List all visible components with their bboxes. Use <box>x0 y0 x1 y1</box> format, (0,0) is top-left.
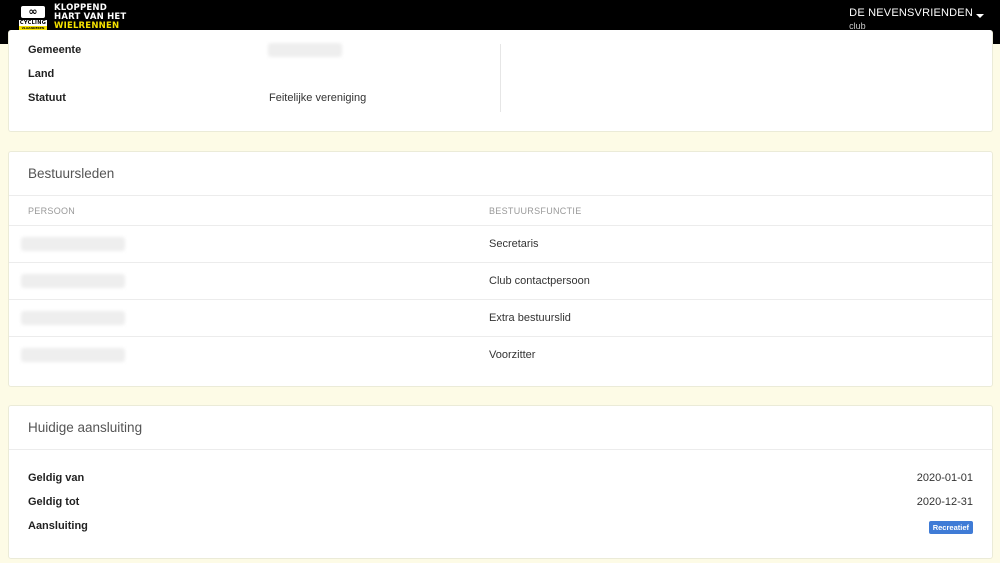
redacted-person-name <box>21 348 125 362</box>
column-divider <box>500 44 501 112</box>
affiliation-type-badge: Recreatief <box>928 521 973 534</box>
club-info-card: Gemeente Land Statuut Feitelijke verenig… <box>8 30 993 132</box>
board-members-card: Bestuursleden PERSOON BESTUURSFUNCTIE Se… <box>8 151 993 387</box>
board-title: Bestuursleden <box>28 166 115 181</box>
board-function: Club contactpersoon <box>489 275 590 287</box>
affiliation-title: Huidige aansluiting <box>28 420 143 435</box>
table-row: Voorzitter <box>9 336 992 373</box>
board-function: Extra bestuurslid <box>489 312 571 324</box>
cycling-vlaanderen-logo-icon: ∞ CYCLING VLAANDEREN <box>19 4 47 30</box>
aansluiting-label: Aansluiting <box>28 520 88 532</box>
geldig-van-label: Geldig van <box>28 472 85 484</box>
gemeente-value <box>268 43 342 60</box>
table-row: Club contactpersoon <box>9 262 992 299</box>
geldig-van-value: 2020-01-01 <box>916 472 973 484</box>
column-header-bestuursfunctie: BESTUURSFUNCTIE <box>489 206 582 216</box>
land-label: Land <box>28 68 55 80</box>
redacted-person-name <box>21 311 125 325</box>
divider <box>9 449 992 450</box>
geldig-tot-value: 2020-12-31 <box>916 496 973 508</box>
gemeente-label: Gemeente <box>28 44 82 56</box>
brand-logo[interactable]: ∞ CYCLING VLAANDEREN KLOPPEND HART VAN H… <box>18 4 126 31</box>
table-row: Extra bestuurslid <box>9 299 992 336</box>
statuut-label: Statuut <box>28 92 66 104</box>
statuut-value: Feitelijke vereniging <box>269 92 367 104</box>
column-header-persoon: PERSOON <box>28 206 76 216</box>
board-function: Voorzitter <box>489 349 536 361</box>
board-function: Secretaris <box>489 238 539 250</box>
user-name: DE NEVENSVRIENDEN <box>849 7 973 19</box>
table-row: Secretaris <box>9 225 992 262</box>
brand-slogan: KLOPPEND HART VAN HET WIELRENNEN <box>54 3 127 31</box>
redacted-person-name <box>21 274 125 288</box>
redacted-gemeente <box>268 43 342 57</box>
divider <box>9 195 992 196</box>
chevron-down-icon[interactable] <box>976 14 984 18</box>
affiliation-card: Huidige aansluiting Geldig van 2020-01-0… <box>8 405 993 559</box>
geldig-tot-label: Geldig tot <box>28 496 80 508</box>
redacted-person-name <box>21 237 125 251</box>
user-menu[interactable]: DE NEVENSVRIENDEN club <box>849 5 984 31</box>
